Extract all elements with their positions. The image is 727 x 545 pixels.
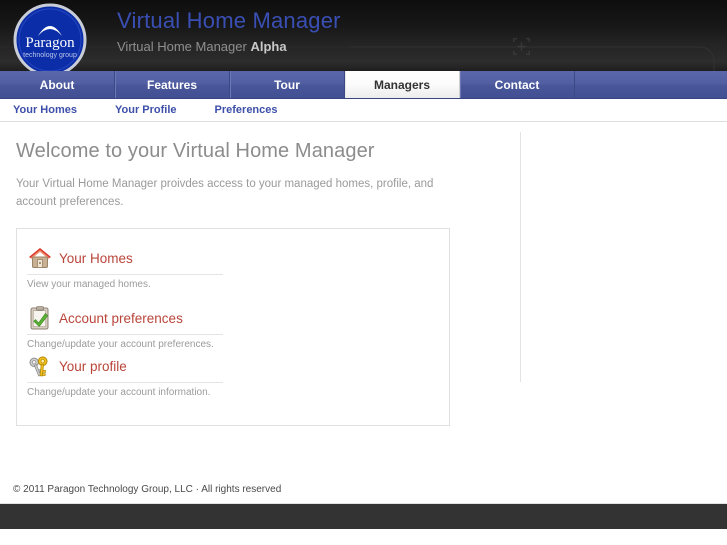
subnav-item-your-profile[interactable]: Your Profile xyxy=(115,104,177,116)
shortcut-rule xyxy=(27,274,223,275)
shortcut-description: Change/update your account preferences. xyxy=(27,339,214,350)
site-title: Virtual Home Manager xyxy=(117,8,341,33)
footer-bar xyxy=(0,503,727,529)
sub-navigation: Your Homes Your Profile Preferences xyxy=(0,99,727,122)
nav-item-label: Contact xyxy=(494,77,540,92)
page-root: Paragon technology group Virtual Home Ma… xyxy=(0,0,727,545)
site-subtitle-prefix: Virtual Home Manager xyxy=(117,39,247,54)
svg-text:technology group: technology group xyxy=(23,52,77,59)
page-intro-text: Your Virtual Home Manager proivdes acces… xyxy=(16,178,434,208)
nav-item-about[interactable]: About xyxy=(0,71,115,98)
shortcut-rule xyxy=(27,334,223,335)
shortcut-link-label[interactable]: Your profile xyxy=(59,359,127,374)
site-header: Paragon technology group Virtual Home Ma… xyxy=(0,0,727,71)
nav-item-label: Tour xyxy=(274,77,300,92)
shortcut-your-profile[interactable]: Your profile Change/update your account … xyxy=(27,351,223,399)
house-icon xyxy=(29,248,51,268)
nav-item-contact[interactable]: Contact xyxy=(460,71,575,98)
shortcut-your-homes[interactable]: Your Homes View your managed homes. xyxy=(27,243,223,291)
shortcut-header: Account preferences xyxy=(27,303,222,333)
shortcut-description: Change/update your account information. xyxy=(27,387,211,398)
content-column-divider xyxy=(520,132,521,382)
shortcut-description: View your managed homes. xyxy=(27,279,151,290)
shortcut-account-preferences[interactable]: Account preferences Change/update your a… xyxy=(27,303,223,351)
header-decoration xyxy=(0,46,727,71)
site-subtitle-tag: Alpha xyxy=(250,39,287,54)
shortcut-link-label[interactable]: Account preferences xyxy=(59,311,183,326)
content-column-primary: Welcome to your Virtual Home Manager You… xyxy=(0,122,500,426)
keys-icon xyxy=(29,356,48,377)
paragon-logo[interactable]: Paragon technology group xyxy=(12,2,88,71)
nav-item-label: Managers xyxy=(373,77,431,92)
footer-copyright: © 2011 Paragon Technology Group, LLC · A… xyxy=(13,484,282,495)
nav-item-tour[interactable]: Tour xyxy=(230,71,345,98)
shortcut-rule xyxy=(27,382,223,383)
clipboard-check-icon xyxy=(30,306,49,330)
main-content: Welcome to your Virtual Home Manager You… xyxy=(0,122,727,426)
shortcut-header: Your Homes xyxy=(27,243,222,273)
shortcuts-column-left: Your Homes View your managed homes. Acco… xyxy=(17,243,234,351)
shortcut-header: Your profile xyxy=(27,351,222,381)
nav-item-label: About xyxy=(39,77,75,92)
nav-item-features[interactable]: Features xyxy=(115,71,230,98)
nav-item-label: Features xyxy=(146,77,198,92)
site-subtitle: Virtual Home Manager Alpha xyxy=(117,38,341,56)
nav-item-managers[interactable]: Managers xyxy=(345,71,460,98)
page-title: Welcome to your Virtual Home Manager xyxy=(16,140,375,162)
main-navigation: About Features Tour Managers Contact xyxy=(0,71,727,99)
shortcuts-card: Your Homes View your managed homes. Acco… xyxy=(16,228,450,426)
brand-block: Virtual Home Manager Virtual Home Manage… xyxy=(117,6,341,56)
subnav-item-preferences[interactable]: Preferences xyxy=(215,104,278,116)
shortcuts-column-right: Your profile Change/update your account … xyxy=(17,351,234,411)
shortcut-link-label[interactable]: Your Homes xyxy=(59,251,133,266)
subnav-item-your-homes[interactable]: Your Homes xyxy=(13,104,77,116)
crosshair-target-icon xyxy=(513,38,530,55)
svg-text:Paragon: Paragon xyxy=(25,35,75,51)
